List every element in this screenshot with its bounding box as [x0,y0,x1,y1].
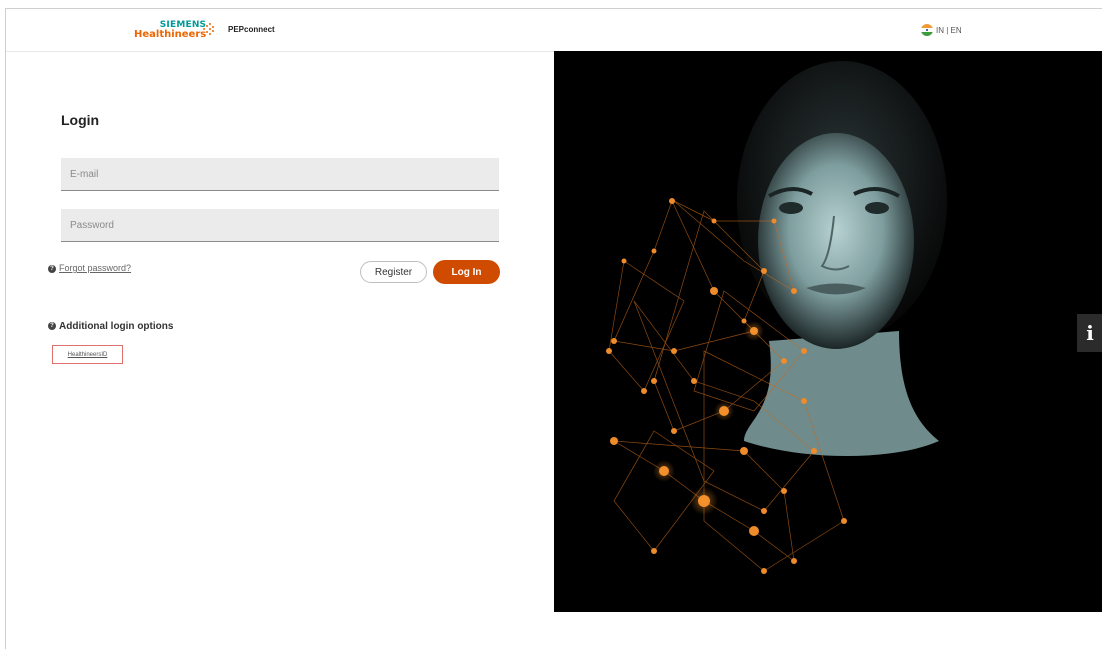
brand-dots-icon [203,23,215,35]
header: SIEMENS Healthineers PEPconnect IN | EN [6,9,1102,52]
forgot-password: ? Forgot password? [48,263,131,273]
hero-image [554,51,1102,612]
info-icon[interactable]: i [1077,314,1102,352]
additional-login-options: ? Additional login options [48,321,173,332]
login-title: Login [61,112,100,128]
siemens-healthineers-logo[interactable]: SIEMENS Healthineers [134,21,207,40]
question-icon: ? [48,264,56,273]
email-field[interactable] [61,158,499,191]
password-field[interactable] [61,209,499,242]
page-frame: SIEMENS Healthineers PEPconnect IN | EN … [5,8,1102,649]
additional-login-title: Additional login options [59,321,174,332]
login-button[interactable]: Log In [433,260,500,284]
locale-switcher[interactable]: IN | EN [921,24,962,36]
question-icon: ? [48,322,56,331]
brand-line2: Healthineers [134,29,207,40]
india-flag-icon [921,24,933,36]
forgot-password-link[interactable]: Forgot password? [59,263,131,273]
register-button[interactable]: Register [360,261,427,283]
product-name[interactable]: PEPconnect [228,25,275,34]
portrait-network-image [606,61,947,574]
healthineersid-option[interactable]: HealthineersID [52,345,123,364]
locale-label: IN | EN [936,25,962,35]
